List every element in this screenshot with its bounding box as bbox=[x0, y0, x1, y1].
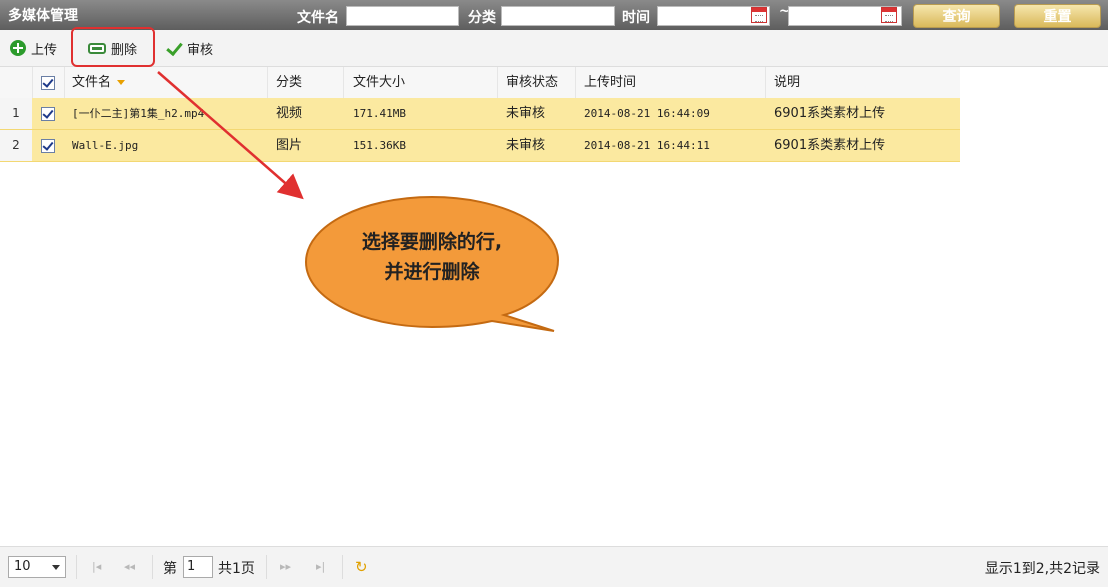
last-page-icon[interactable]: ▸| bbox=[316, 560, 325, 573]
record-count: 显示1到2,共2记录 bbox=[984, 561, 1100, 577]
annotation-line: 并进行删除 bbox=[384, 261, 480, 283]
pager-separator bbox=[152, 555, 153, 579]
chevron-down-icon bbox=[52, 565, 60, 570]
prev-page-icon[interactable]: ◂◂ bbox=[124, 560, 135, 573]
first-page-icon[interactable]: |◂ bbox=[92, 560, 101, 573]
page-prefix: 第 bbox=[163, 561, 177, 577]
page-size-value: 10 bbox=[14, 559, 31, 574]
pager-separator bbox=[76, 555, 77, 579]
current-page-input[interactable]: 1 bbox=[183, 556, 213, 578]
annotation-bubble: 选择要删除的行, 并进行删除 bbox=[304, 195, 560, 333]
pager-separator bbox=[266, 555, 267, 579]
annotation-text: 选择要删除的行, 并进行删除 bbox=[304, 227, 560, 287]
page-size-select[interactable]: 10 bbox=[8, 556, 66, 578]
refresh-icon[interactable]: ↻ bbox=[355, 558, 368, 576]
page-total: 共1页 bbox=[218, 561, 255, 577]
pager-separator bbox=[342, 555, 343, 579]
annotation-line: 选择要删除的行, bbox=[361, 231, 503, 253]
pager-bar: 10 |◂ ◂◂ 第 1 共1页 ▸▸ ▸| ↻ 显示1到2,共2记录 bbox=[0, 546, 1108, 587]
next-page-icon[interactable]: ▸▸ bbox=[280, 560, 291, 573]
